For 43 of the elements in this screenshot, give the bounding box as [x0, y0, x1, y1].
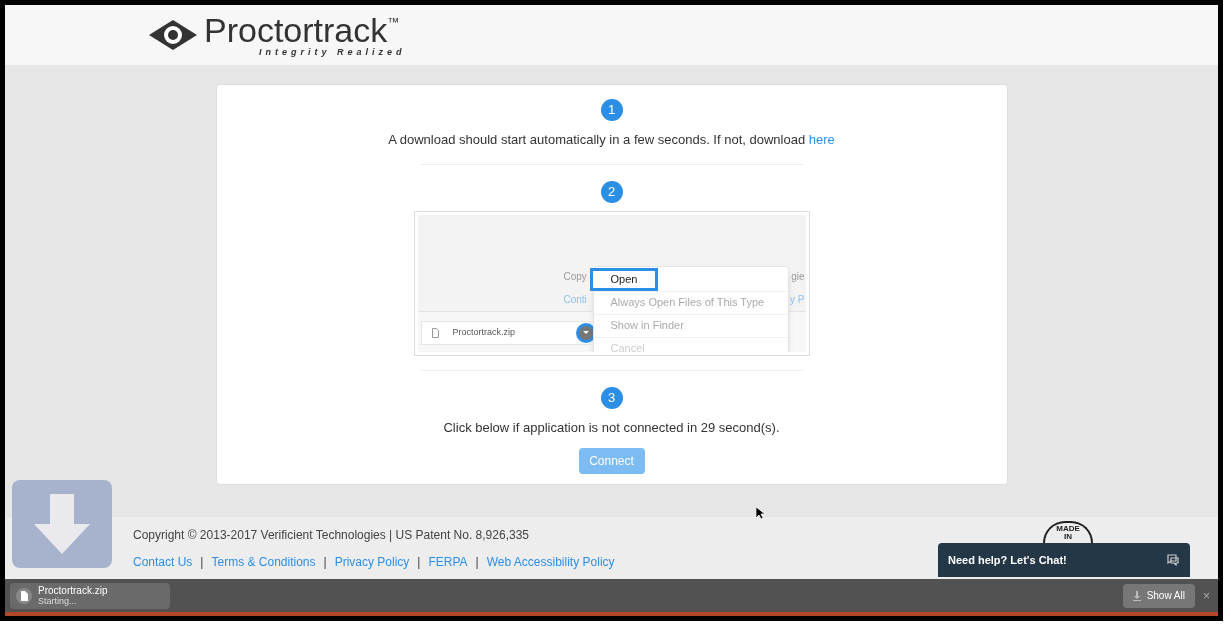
badge-text: MADE: [1056, 525, 1080, 533]
copyright-text: Copyright © 2013-2017 Verificient Technologies | US Patent No. 8,926,335: [133, 526, 529, 544]
eye-logo-icon: [148, 19, 198, 51]
menu-item[interactable]: Show in Finder: [593, 313, 788, 337]
file-name: Proctortrack.zip: [452, 325, 516, 339]
step-number: 3: [600, 386, 623, 409]
download-link[interactable]: here: [808, 132, 835, 147]
footer-link[interactable]: Contact Us: [133, 552, 193, 571]
partial-text: y P: [790, 292, 805, 307]
file-name: Proctortrack.zip: [38, 584, 108, 596]
separator: |: [475, 553, 479, 571]
separator: |: [323, 553, 327, 571]
footer-link[interactable]: FERPA: [428, 552, 468, 571]
partial-text: Conti: [563, 292, 587, 307]
separator: |: [200, 553, 204, 571]
trademark: ™: [387, 14, 400, 31]
partial-text: gie: [791, 269, 805, 284]
chat-icon: [1166, 554, 1180, 566]
step-number: 2: [600, 180, 623, 203]
close-button[interactable]: ×: [1203, 586, 1210, 605]
partial-text: Copy: [563, 269, 587, 284]
instruction-text: Click below if application is not connected in 29 second(s).: [443, 418, 780, 437]
file-icon: [16, 587, 32, 604]
show-all-button[interactable]: Show All: [1122, 583, 1195, 608]
footer-link[interactable]: Web Accessibility Policy: [486, 552, 615, 571]
footer-link[interactable]: Terms & Conditions: [211, 552, 316, 571]
instruction-text: A download should start automatically in a few seconds. If not, download here: [388, 131, 835, 149]
step-number: 1: [600, 99, 623, 121]
menu-item[interactable]: Open: [589, 267, 658, 291]
caret-icon: [582, 331, 589, 334]
badge-text: IN: [1064, 533, 1072, 541]
tagline: Integrity Realized: [259, 47, 406, 57]
chat-label: Need help? Let's Chat!: [948, 552, 1067, 568]
download-icon: [1132, 590, 1141, 601]
download-item[interactable]: Proctortrack.zip Starting...: [10, 582, 170, 609]
chat-widget[interactable]: Need help? Let's Chat!: [938, 543, 1190, 577]
footer-link[interactable]: Privacy Policy: [334, 552, 410, 571]
brand-name: Proctortrack: [204, 13, 388, 47]
separator: |: [417, 553, 421, 571]
file-icon: [431, 327, 439, 338]
download-status: Starting...: [38, 595, 77, 607]
menu-item[interactable]: Always Open Files of This Type: [593, 290, 788, 314]
cursor-icon: [756, 507, 765, 520]
